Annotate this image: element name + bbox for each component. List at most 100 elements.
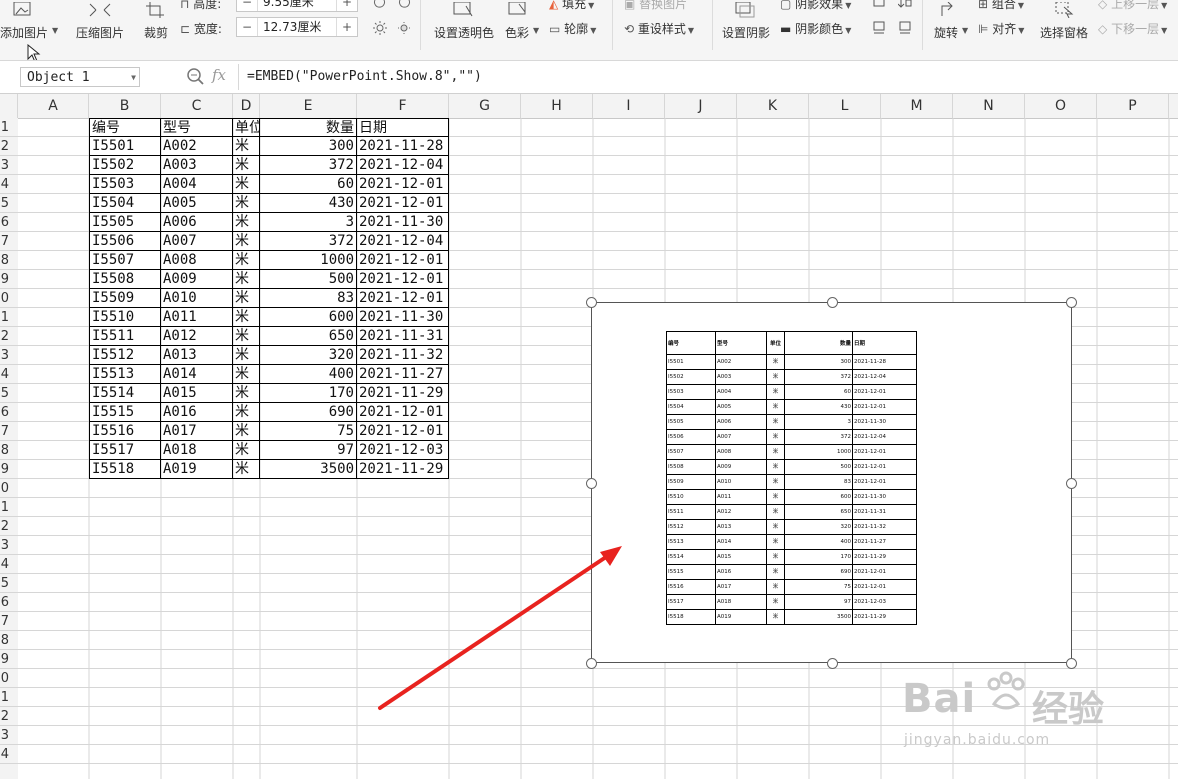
row-header[interactable]: 4: [0, 745, 18, 764]
row-header[interactable]: 0: [0, 669, 18, 688]
nudge-left-icon[interactable]: [872, 20, 886, 34]
table-cell[interactable]: A006: [161, 213, 233, 232]
outline-button[interactable]: ▭ 轮廓 ▼: [549, 20, 596, 37]
table-cell[interactable]: 米: [233, 422, 260, 441]
width-input[interactable]: − 12.73厘米 +: [236, 17, 358, 37]
table-cell[interactable]: I5503: [89, 175, 161, 194]
set-transparent-button[interactable]: 设置透明色: [434, 2, 494, 40]
table-cell[interactable]: 米: [233, 327, 260, 346]
formula-input[interactable]: =EMBED("PowerPoint.Show.8",""): [238, 64, 1178, 90]
table-cell[interactable]: 372: [260, 156, 357, 175]
brightness-up-icon[interactable]: [372, 20, 388, 36]
table-cell[interactable]: 米: [233, 270, 260, 289]
row-header[interactable]: 5: [0, 384, 18, 403]
replace-picture-button[interactable]: ▣ 替换图片: [624, 0, 687, 12]
table-cell[interactable]: I5501: [89, 137, 161, 156]
row-header[interactable]: 6: [0, 213, 18, 232]
table-cell[interactable]: A010: [161, 289, 233, 308]
table-cell[interactable]: 2021-12-01: [357, 403, 449, 422]
nudge-down-icon[interactable]: [898, 0, 912, 10]
resize-handle-left[interactable]: [586, 478, 597, 489]
row-header[interactable]: 9: [0, 270, 18, 289]
set-shadow-button[interactable]: 设置阴影: [722, 2, 770, 40]
column-header-g[interactable]: G: [449, 94, 521, 118]
height-input[interactable]: − 9.55厘米 +: [236, 0, 358, 12]
table-cell[interactable]: 米: [233, 308, 260, 327]
row-header[interactable]: 5: [0, 194, 18, 213]
zoom-icon[interactable]: [186, 67, 206, 87]
table-header-cell[interactable]: 数量: [260, 118, 357, 137]
table-cell[interactable]: 米: [233, 156, 260, 175]
select-pane-button[interactable]: 选择窗格: [1040, 2, 1088, 40]
compress-picture-button[interactable]: 压缩图片: [76, 2, 124, 40]
column-header-e[interactable]: E: [260, 94, 357, 118]
row-header[interactable]: 7: [0, 232, 18, 251]
row-header[interactable]: 2: [0, 517, 18, 536]
row-header[interactable]: 6: [0, 593, 18, 612]
table-cell[interactable]: A012: [161, 327, 233, 346]
table-header-cell[interactable]: 编号: [89, 118, 161, 137]
table-cell[interactable]: 2021-12-01: [357, 194, 449, 213]
table-cell[interactable]: I5515: [89, 403, 161, 422]
table-cell[interactable]: I5512: [89, 346, 161, 365]
table-cell[interactable]: 米: [233, 441, 260, 460]
table-cell[interactable]: A016: [161, 403, 233, 422]
row-header[interactable]: 4: [0, 365, 18, 384]
table-cell[interactable]: 米: [233, 137, 260, 156]
table-cell[interactable]: I5502: [89, 156, 161, 175]
table-cell[interactable]: 3: [260, 213, 357, 232]
table-cell[interactable]: 1000: [260, 251, 357, 270]
table-cell[interactable]: 2021-12-01: [357, 175, 449, 194]
table-cell[interactable]: I5517: [89, 441, 161, 460]
row-header[interactable]: 1: [0, 118, 18, 137]
table-cell[interactable]: 2021-12-04: [357, 232, 449, 251]
row-header[interactable]: 2: [0, 327, 18, 346]
table-cell[interactable]: 170: [260, 384, 357, 403]
table-cell[interactable]: 2021-11-30: [357, 213, 449, 232]
table-cell[interactable]: I5505: [89, 213, 161, 232]
row-header[interactable]: 4: [0, 555, 18, 574]
column-header-c[interactable]: C: [161, 94, 233, 118]
row-header[interactable]: 9: [0, 460, 18, 479]
table-cell[interactable]: I5510: [89, 308, 161, 327]
table-cell[interactable]: 600: [260, 308, 357, 327]
table-cell[interactable]: I5508: [89, 270, 161, 289]
table-cell[interactable]: 2021-11-29: [357, 384, 449, 403]
table-cell[interactable]: A013: [161, 346, 233, 365]
table-cell[interactable]: I5513: [89, 365, 161, 384]
table-cell[interactable]: 2021-12-01: [357, 289, 449, 308]
column-header-p[interactable]: P: [1097, 94, 1169, 118]
table-cell[interactable]: 米: [233, 213, 260, 232]
row-header[interactable]: 2: [0, 137, 18, 156]
table-cell[interactable]: 690: [260, 403, 357, 422]
resize-handle-top[interactable]: [827, 297, 838, 308]
add-picture-button[interactable]: 添加图片 ▼: [0, 2, 58, 40]
table-cell[interactable]: 97: [260, 441, 357, 460]
width-increase-button[interactable]: +: [336, 18, 357, 36]
table-cell[interactable]: A017: [161, 422, 233, 441]
table-cell[interactable]: 米: [233, 403, 260, 422]
embedded-object[interactable]: 编号 型号 单位 数量 日期 I5501 A002 米 300 2021-11-28 I5502 A0…: [586, 297, 1077, 669]
table-cell[interactable]: I5511: [89, 327, 161, 346]
table-cell[interactable]: 2021-12-01: [357, 422, 449, 441]
row-header[interactable]: 6: [0, 403, 18, 422]
row-header[interactable]: 0: [0, 479, 18, 498]
select-all-corner[interactable]: [0, 94, 18, 118]
column-header-h[interactable]: H: [521, 94, 593, 118]
table-cell[interactable]: 2021-11-28: [357, 137, 449, 156]
table-cell[interactable]: 75: [260, 422, 357, 441]
reset-style-button[interactable]: ⟲ 重设样式 ▼: [624, 20, 694, 37]
row-header[interactable]: 8: [0, 631, 18, 650]
table-cell[interactable]: A005: [161, 194, 233, 213]
color-button[interactable]: 色彩 ▼: [505, 2, 539, 40]
row-header[interactable]: 2: [0, 707, 18, 726]
send-backward-button[interactable]: ◇ 下移一层 ▼: [1098, 20, 1167, 37]
row-header[interactable]: 7: [0, 612, 18, 631]
column-header-l[interactable]: L: [809, 94, 881, 118]
shadow-color-button[interactable]: ▬ 阴影颜色 ▼: [780, 20, 851, 37]
table-cell[interactable]: I5504: [89, 194, 161, 213]
table-cell[interactable]: 3500: [260, 460, 357, 479]
table-cell[interactable]: 2021-11-32: [357, 346, 449, 365]
resize-handle-right[interactable]: [1066, 478, 1077, 489]
row-header[interactable]: 3: [0, 156, 18, 175]
